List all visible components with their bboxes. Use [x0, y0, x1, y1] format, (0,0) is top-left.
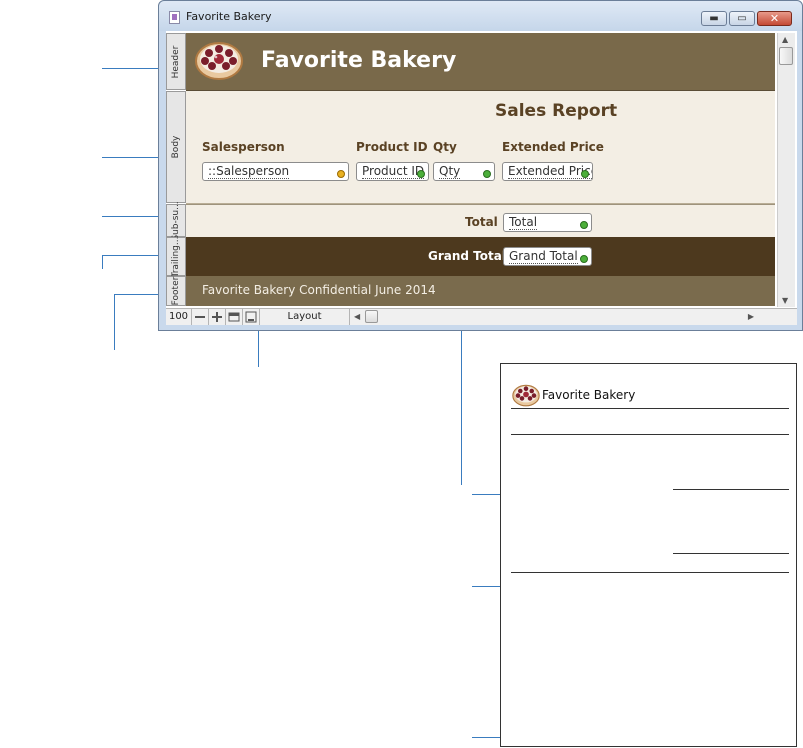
part-tab-footer[interactable]: Footer	[166, 276, 186, 306]
window-title: Favorite Bakery	[186, 10, 272, 23]
total-label: Total	[465, 215, 498, 229]
salesperson-label: Salesperson	[202, 140, 285, 154]
footer-text: Favorite Bakery Confidential June 2014	[202, 283, 436, 297]
zoom-in-icon	[212, 312, 222, 322]
maximize-button[interactable]: ▭	[729, 11, 755, 26]
part-tab-body[interactable]: Body	[166, 91, 186, 203]
trailing-grand-summary-band[interactable]: Grand Total Grand Total	[186, 237, 775, 276]
page-company-name: Favorite Bakery	[542, 388, 636, 402]
footer-band[interactable]: Favorite Bakery Confidential June 2014	[186, 276, 775, 306]
horizontal-scroll-thumb[interactable]	[365, 310, 378, 323]
part-tab-subsummary[interactable]: Sub-su...	[166, 201, 186, 240]
title-bar[interactable]: Favorite Bakery ▬ ▭ ✕	[159, 1, 802, 31]
body-band[interactable]: Sales Report Salesperson Product ID Qty …	[186, 91, 775, 204]
page-grand-total-rule	[511, 572, 789, 573]
status-toolbar-icon	[228, 312, 240, 322]
document-icon	[169, 11, 180, 24]
scroll-left-icon[interactable]: ◀	[354, 309, 360, 325]
search-magnifier-icon	[581, 170, 589, 178]
callout-trailing-vert	[102, 255, 103, 269]
preview-mode-button[interactable]	[243, 309, 260, 325]
grand-total-label: Grand Total	[428, 249, 506, 263]
company-name: Favorite Bakery	[261, 48, 457, 73]
callout-footer-vert	[114, 294, 115, 350]
zoom-percentage[interactable]: 100	[166, 309, 192, 325]
page-subtotal-rule	[673, 489, 789, 490]
close-icon: ✕	[769, 12, 780, 25]
qty-field[interactable]: Qty	[433, 162, 495, 181]
zoom-in-button[interactable]	[209, 309, 226, 325]
pie-logo-icon	[195, 42, 243, 80]
mode-selector[interactable]: Layout	[260, 309, 350, 325]
preview-icon	[245, 311, 257, 323]
layout-canvas: Header Body Sub-su... Trailing... Footer…	[166, 31, 797, 308]
scroll-up-icon[interactable]: ▲	[782, 35, 788, 44]
subsummary-band[interactable]: Total Total	[186, 204, 775, 238]
search-magnifier-icon	[580, 255, 588, 263]
pie-logo-icon	[512, 384, 540, 407]
status-bar: 100 Layout ◀ ▶	[166, 308, 797, 325]
qty-label: Qty	[433, 140, 457, 154]
maximize-icon: ▭	[737, 13, 747, 24]
minimize-icon: ▬	[709, 13, 719, 24]
page-header-rule	[511, 408, 789, 409]
printed-page-preview: Favorite Bakery	[500, 363, 797, 747]
extended-price-label: Extended Price	[502, 140, 604, 154]
scroll-down-icon[interactable]: ▼	[782, 296, 788, 305]
vertical-scrollbar[interactable]: ▲ ▼	[777, 33, 795, 307]
toggle-status-toolbar-button[interactable]	[226, 309, 243, 325]
close-button[interactable]: ✕	[757, 11, 792, 26]
vertical-scroll-thumb[interactable]	[779, 47, 793, 65]
horizontal-scrollbar[interactable]: ◀ ▶	[350, 309, 760, 325]
report-title: Sales Report	[495, 101, 618, 121]
field-status-icon	[483, 170, 491, 178]
product-id-field[interactable]: Product ID	[356, 162, 429, 181]
header-band[interactable]: Favorite Bakery	[186, 33, 775, 91]
zoom-out-icon	[195, 316, 205, 318]
related-field-icon	[337, 170, 345, 178]
layout-window: Favorite Bakery ▬ ▭ ✕ Header Body Sub-su…	[158, 0, 803, 331]
page-body-rule	[511, 434, 789, 435]
product-id-label: Product ID	[356, 140, 428, 154]
search-magnifier-icon	[417, 170, 425, 178]
search-magnifier-icon	[580, 221, 588, 229]
page-subtotal-rule-2	[673, 553, 789, 554]
part-tab-trailing-grand-summary[interactable]: Trailing...	[166, 236, 186, 277]
salesperson-field[interactable]: ::Salesperson	[202, 162, 349, 181]
minimize-button[interactable]: ▬	[701, 11, 727, 26]
zoom-out-button[interactable]	[192, 309, 209, 325]
part-tab-header[interactable]: Header	[166, 33, 186, 90]
extended-price-field[interactable]: Extended Price	[502, 162, 593, 181]
scroll-right-icon[interactable]: ▶	[748, 309, 754, 325]
total-field[interactable]: Total	[503, 213, 592, 232]
grand-total-field[interactable]: Grand Total	[503, 247, 592, 266]
